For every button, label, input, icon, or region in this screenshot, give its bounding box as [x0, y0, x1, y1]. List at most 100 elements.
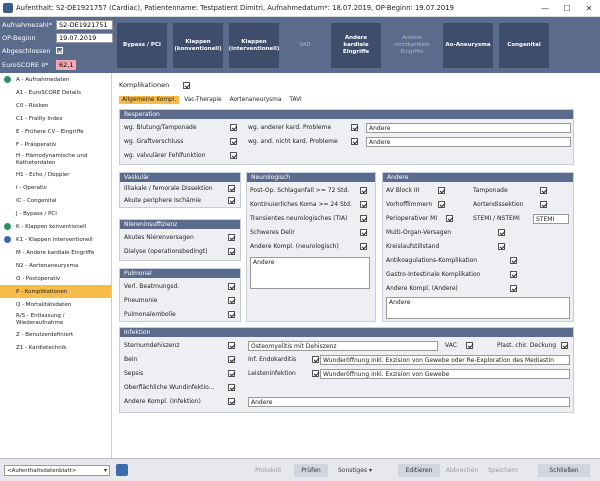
av-block-checkbox[interactable] [438, 187, 445, 194]
oberflaechlich-checkbox[interactable] [228, 384, 235, 391]
beatmung-checkbox[interactable] [228, 283, 235, 290]
tab-aortenaneurysma[interactable]: Aortenaneurysma [227, 96, 285, 104]
pneumonie-checkbox[interactable] [228, 297, 235, 304]
plast-checkbox[interactable] [561, 342, 568, 349]
print-icon[interactable] [116, 464, 128, 476]
pruefen-button[interactable]: Prüfen [294, 464, 328, 477]
sidebar-item[interactable]: H - Hämodynamische und Katheterdaten [0, 151, 111, 168]
andere-inf-checkbox[interactable] [228, 398, 235, 405]
datenblatt-selector[interactable]: <Aufenthaltsdatenblatt> ▾ [4, 465, 110, 476]
blutung-checkbox[interactable] [230, 124, 237, 131]
sternum-checkbox[interactable] [228, 342, 235, 349]
sonstiges-button[interactable]: Sonstiges ▾ [334, 464, 376, 477]
leiste-field[interactable]: Wunderöffnung inkl. Exzision von Gewebe [320, 369, 570, 379]
gastro-checkbox[interactable] [510, 271, 517, 278]
andere-kard-field[interactable]: Andere [366, 123, 571, 133]
window-title: Aufenthalt: S2-DE1921757 (Cardiac), Pati… [16, 4, 454, 12]
andere-kard-checkbox[interactable] [351, 124, 358, 131]
komplikationen-checkbox[interactable] [183, 81, 191, 89]
tile-klappen-interventionell[interactable]: Klappen (interventionell) [229, 23, 279, 68]
kreislauf-checkbox[interactable] [498, 243, 505, 250]
sidebar-item[interactable]: Z1 - Kardiotechnik [0, 341, 111, 354]
sidebar-item-label: N2 - Aortenaneurysma [16, 262, 79, 269]
sidebar-item[interactable]: P - Komplikationen [0, 285, 111, 298]
vac-checkbox[interactable] [466, 342, 473, 349]
aorten-checkbox[interactable] [540, 201, 547, 208]
editieren-button[interactable]: Editieren [398, 464, 440, 477]
tile-andere-kardiale[interactable]: Andere kardiale Eingriffe [331, 23, 381, 68]
tile-ao-aneurysma[interactable]: Ao-Aneurysma [443, 23, 493, 68]
valvular-checkbox[interactable] [230, 152, 237, 159]
speichern-button[interactable]: Speichern [486, 464, 520, 477]
vaskular-title: Vaskulär [120, 173, 240, 182]
aufnahmezahl-field[interactable]: S2-DE1921751 [56, 19, 113, 30]
tile-andere-nichtkardiale[interactable]: Andere nichtkardiale Eingriffe [387, 23, 437, 68]
andere-kompl-checkbox[interactable] [510, 285, 517, 292]
abgeschlossen-checkbox[interactable] [56, 47, 63, 54]
sidebar-item[interactable]: Q - Mortalitätsdaten [0, 298, 111, 311]
tile-vad[interactable]: VAD [285, 23, 325, 68]
endokarditis-field[interactable]: Wunderöffnung inkl. Exzision von Gewebe … [320, 355, 570, 365]
sidebar-item[interactable]: C1 - Frailty Index [0, 112, 111, 125]
iliakale-checkbox[interactable] [228, 185, 235, 192]
sidebar-item-label: J - Bypass / PCI [16, 210, 57, 217]
sidebar-item[interactable]: C0 - Risiken [0, 99, 111, 112]
stemi-field[interactable]: STEMI [533, 214, 569, 224]
sidebar-item[interactable]: K - Klappen konventionell [0, 220, 111, 233]
tab-vac-therapie[interactable]: Vac-Therapie [181, 96, 224, 104]
sidebar-item[interactable]: O - Postoperativ [0, 272, 111, 285]
bein-checkbox[interactable] [228, 356, 235, 363]
tab-tavi[interactable]: TAVI [286, 96, 304, 104]
sidebar-item[interactable]: IC - Congenital [0, 194, 111, 207]
sidebar-item[interactable]: F - Präoperativ [0, 138, 111, 151]
delir-checkbox[interactable] [360, 229, 367, 236]
delir-label: Schweres Delir [250, 229, 295, 236]
leiste-checkbox[interactable] [312, 370, 319, 377]
sidebar-item[interactable]: J - Bypass / PCI [0, 207, 111, 220]
tab-allgemeine-kompl[interactable]: Allgemeine Kompl. [119, 96, 180, 104]
abbrechen-button[interactable]: Abbrechen [444, 464, 480, 477]
sternum-field[interactable]: Osteomyelitis mit Dehiszenz [248, 341, 438, 351]
dialyse-checkbox[interactable] [228, 248, 235, 255]
sidebar-item[interactable]: R/S - Entlassung / Wiederaufnahme [0, 311, 111, 328]
tile-congenital[interactable]: Congenital [499, 23, 549, 68]
tia-checkbox[interactable] [360, 215, 367, 222]
schliessen-button[interactable]: Schließen [538, 464, 590, 477]
title-bar: Aufenthalt: S2-DE1921757 (Cardiac), Pati… [0, 0, 600, 17]
sidebar-item[interactable]: E - Frühere CV - Eingriffe [0, 125, 111, 138]
sepsis-checkbox[interactable] [228, 370, 235, 377]
schlaganfall-checkbox[interactable] [360, 187, 367, 194]
andere-inf-field[interactable]: Andere [248, 397, 570, 407]
andere-kompl-field[interactable]: Andere [386, 297, 570, 319]
sidebar-item[interactable]: I - Operativ [0, 181, 111, 194]
nicht-kard-checkbox[interactable] [351, 138, 358, 145]
andere-neuro-field[interactable]: Andere [250, 257, 370, 289]
multi-organ-checkbox[interactable] [498, 229, 505, 236]
nicht-kard-field[interactable]: Andere [366, 137, 571, 147]
antikoag-checkbox[interactable] [510, 257, 517, 264]
ischamie-checkbox[interactable] [228, 197, 235, 204]
sidebar-item[interactable]: A - Aufnahmedaten [0, 73, 111, 86]
sidebar-item[interactable]: M - Andere kardiale Eingriffe [0, 246, 111, 259]
tile-bypass-pci[interactable]: Bypass / PCI [117, 23, 167, 68]
sidebar-item[interactable]: H1 - Echo / Doppler [0, 168, 111, 181]
sidebar-item[interactable]: A1 - EuroSCORE Details [0, 86, 111, 99]
sidebar-item[interactable]: Z - Benutzerdefiniert [0, 328, 111, 341]
op-beginn-field[interactable]: 19.07.2019 [56, 32, 113, 43]
nierenversagen-checkbox[interactable] [228, 234, 235, 241]
close-button[interactable]: ✕ [578, 0, 600, 17]
minimize-button[interactable]: — [534, 0, 556, 17]
koma-checkbox[interactable] [360, 201, 367, 208]
endokarditis-checkbox[interactable] [312, 356, 319, 363]
graft-checkbox[interactable] [230, 138, 237, 145]
maximize-button[interactable]: ☐ [556, 0, 578, 17]
tile-klappen-konventionell[interactable]: Klappen (konventionell) [173, 23, 223, 68]
mi-checkbox[interactable] [446, 215, 453, 222]
embolie-checkbox[interactable] [228, 311, 235, 318]
sidebar-item[interactable]: N2 - Aortenaneurysma [0, 259, 111, 272]
tamponade-checkbox[interactable] [540, 187, 547, 194]
sidebar-item[interactable]: K1 - Klappen interventionell [0, 233, 111, 246]
andere-neuro-checkbox[interactable] [360, 243, 367, 250]
protokoll-button[interactable]: Protokoll [250, 464, 286, 477]
vorhof-checkbox[interactable] [438, 201, 445, 208]
